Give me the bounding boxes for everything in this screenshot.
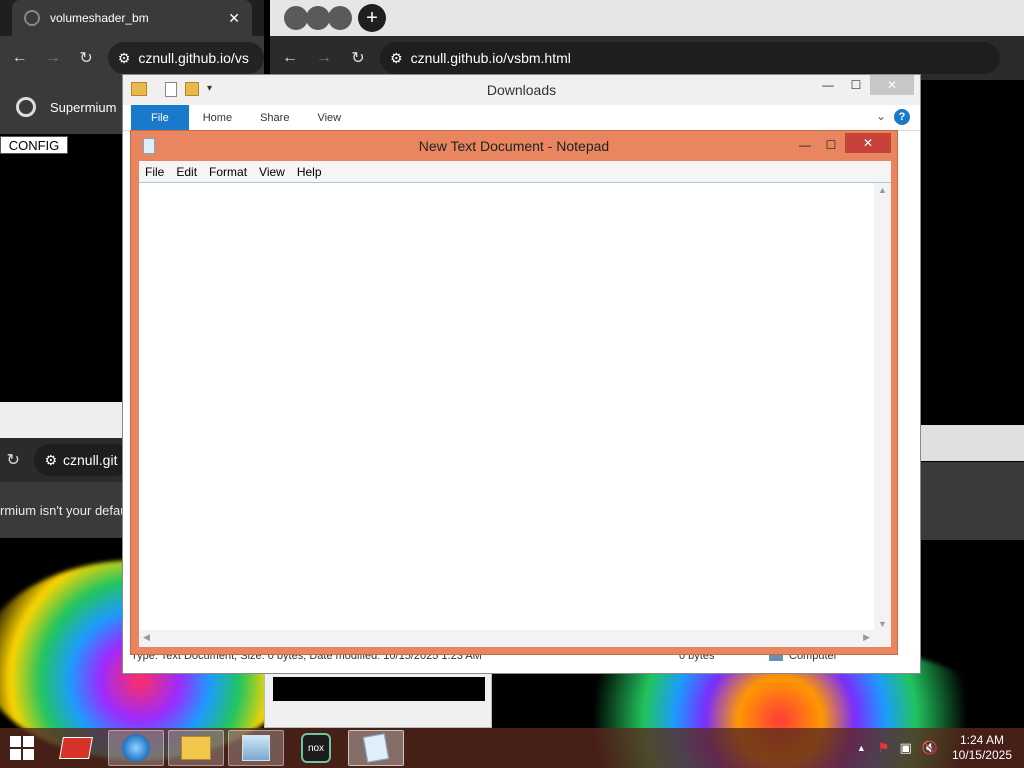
notepad-window[interactable]: New Text Document - Notepad — ☐ ✕ File E… [130, 130, 898, 655]
url-text: cznull.github.io/vsbm.html [410, 50, 571, 66]
window-gap-strip-right [920, 425, 1024, 461]
reload-button[interactable]: ↻ [344, 44, 372, 72]
menu-help[interactable]: Help [291, 165, 328, 179]
tab-file[interactable]: File [131, 105, 189, 130]
url-text: cznull.github.io/vs [138, 50, 249, 66]
browser-window-lower[interactable]: ↻ ⚙ cznull.git rmium isn't your defau [0, 438, 130, 538]
new-tab-button[interactable]: + [358, 4, 386, 32]
tab-favicon-1[interactable] [284, 6, 308, 30]
menu-view[interactable]: View [253, 165, 291, 179]
quick-access-folder-icon[interactable] [131, 82, 147, 96]
site-info-icon[interactable]: ⚙ [44, 452, 57, 469]
address-bar[interactable]: ⚙ cznull.github.io/vsbm.html [380, 42, 1000, 74]
window-title: Downloads [486, 82, 557, 98]
window-title: New Text Document - Notepad [418, 138, 610, 154]
start-icon[interactable] [0, 728, 44, 768]
horizontal-scrollbar[interactable]: ◀ ▶ [139, 630, 874, 647]
tab-favicon-2[interactable] [306, 6, 330, 30]
forward-button[interactable]: → [310, 44, 338, 72]
network-icon[interactable]: ▣ [899, 740, 911, 756]
action-center-icon[interactable]: ⚑ [878, 740, 890, 756]
tab-title: volumeshader_bm [50, 11, 149, 25]
scroll-right-icon[interactable]: ▶ [863, 632, 870, 643]
minimize-button[interactable]: — [816, 75, 840, 95]
menu-format[interactable]: Format [203, 165, 253, 179]
volume-muted-icon[interactable]: 🔇 [922, 740, 938, 756]
customize-toolbar-icon[interactable]: ▾ [207, 83, 212, 94]
close-button[interactable]: ✕ [870, 75, 914, 95]
url-text: cznull.git [63, 452, 118, 468]
text-editor-area[interactable]: ▲ ▼ ◀ ▶ [139, 182, 891, 647]
address-bar[interactable]: ⚙ cznull.github.io/vs [107, 42, 264, 74]
notepad-app-icon[interactable] [143, 138, 155, 154]
background-window-frame [264, 672, 492, 728]
tab-home[interactable]: Home [189, 105, 246, 130]
ribbon-tabs: File Home Share View ⌄ ? [123, 105, 920, 131]
file-explorer-icon[interactable] [168, 730, 224, 766]
show-hidden-icons-icon[interactable]: ▲ [857, 743, 866, 753]
browser-lower-right-chrome [920, 462, 1024, 540]
address-bar[interactable]: ⚙ cznull.git [34, 444, 130, 476]
globe-icon [24, 10, 40, 26]
forward-button[interactable]: → [39, 44, 66, 72]
tab-share[interactable]: Share [246, 105, 303, 130]
back-button[interactable]: ← [276, 44, 304, 72]
clock-date: 10/15/2025 [951, 748, 1012, 762]
notepad-icon[interactable] [348, 730, 404, 766]
vertical-scrollbar[interactable]: ▲ ▼ [874, 183, 891, 631]
app-red-icon[interactable] [48, 730, 104, 766]
maximize-button[interactable]: ☐ [844, 75, 868, 95]
help-icon[interactable]: ? [894, 109, 910, 125]
scroll-down-icon[interactable]: ▼ [878, 619, 887, 629]
config-button[interactable]: CONFIG [0, 136, 68, 154]
tab-volumeshader[interactable]: volumeshader_bm ✕ [12, 0, 252, 36]
maximize-button[interactable]: ☐ [819, 135, 843, 155]
back-button[interactable]: ← [6, 44, 33, 72]
infobar-text: rmium isn't your defau [0, 502, 128, 518]
supermium-icon [16, 97, 36, 117]
nox-label: nox [301, 733, 331, 763]
clock[interactable]: 1:24 AM 10/15/2025 [952, 733, 1012, 763]
expand-ribbon-icon[interactable]: ⌄ [876, 109, 886, 123]
scroll-left-icon[interactable]: ◀ [143, 632, 150, 643]
close-button[interactable]: ✕ [845, 133, 891, 153]
new-folder-icon[interactable] [185, 82, 199, 96]
default-browser-infobar: rmium isn't your defau [0, 482, 130, 538]
photos-icon[interactable] [228, 730, 284, 766]
nox-icon[interactable]: nox [288, 730, 344, 766]
scroll-up-icon[interactable]: ▲ [878, 185, 887, 195]
menu-file[interactable]: File [139, 165, 170, 179]
menu-edit[interactable]: Edit [170, 165, 203, 179]
resize-grip-icon[interactable] [874, 630, 891, 647]
system-tray: ▲ ⚑ ▣ 🔇 1:24 AM 10/15/2025 [857, 728, 1024, 768]
tab-view[interactable]: View [303, 105, 355, 130]
taskbar: nox ▲ ⚑ ▣ 🔇 1:24 AM 10/15/2025 [0, 728, 1024, 768]
browser-icon[interactable] [108, 730, 164, 766]
reload-button[interactable]: ↻ [73, 44, 100, 72]
minimize-button[interactable]: — [793, 135, 817, 155]
bookmark-label[interactable]: Supermium [50, 100, 116, 115]
close-tab-icon[interactable]: ✕ [228, 10, 240, 27]
clock-time: 1:24 AM [959, 733, 1004, 747]
properties-icon[interactable] [165, 82, 177, 97]
menu-bar: File Edit Format View Help [139, 161, 891, 182]
site-info-icon[interactable]: ⚙ [118, 50, 131, 67]
site-info-icon[interactable]: ⚙ [390, 50, 403, 67]
tab-favicon-3[interactable] [328, 6, 352, 30]
reload-button[interactable]: ↻ [0, 446, 26, 474]
